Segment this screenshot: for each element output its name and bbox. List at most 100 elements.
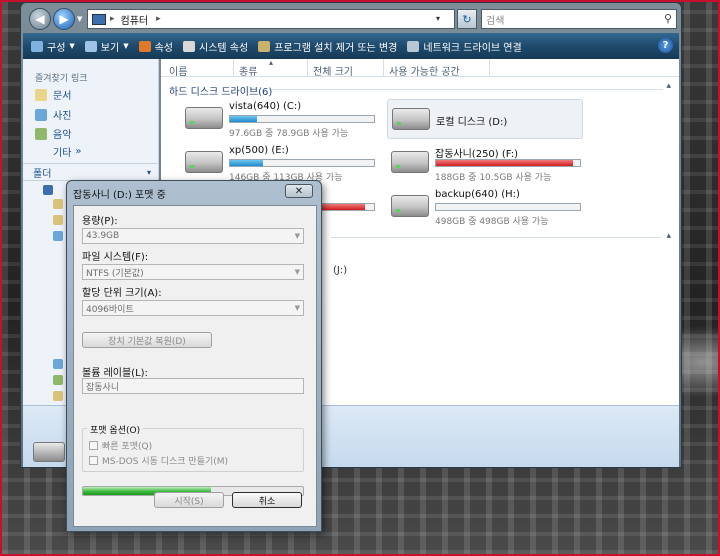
msdos-disk-checkbox[interactable]: MS-DOS 시동 디스크 만들기(M) [89,454,228,467]
cancel-button[interactable]: 취소 [232,492,302,508]
drive-j-label[interactable]: (J:) [333,265,347,276]
close-button[interactable]: ✕ [285,184,313,198]
breadcrumb-separator[interactable]: ▸ [156,14,161,24]
chevron-down-icon: ▼ [294,304,300,312]
favorite-links-title: 즐겨찾기 링크 [35,74,88,84]
refresh-icon: ↻ [462,12,472,26]
quick-format-label: 빠른 포맷(Q) [102,442,153,452]
address-dropdown-icon[interactable]: ▾ [436,14,440,23]
folders-label: 폴더 [33,168,52,180]
search-icon[interactable]: ⚲ [664,12,672,25]
chevron-down-icon: ▼ [69,42,75,50]
tree-folder-icon[interactable] [53,231,63,241]
sidebar-item-label: 기타 [53,148,72,159]
drive-name: backup(640) (H:) [435,189,520,200]
system-icon [183,40,195,52]
address-row: ◀ ▶ ▼ ▸ 컴퓨터 ▸ ▾ ↻ 검색 ⚲ [25,7,679,31]
group-title-hard-drives[interactable]: 하드 디스크 드라이브(6) [169,83,272,98]
drive-usage-bar [435,159,581,167]
quick-format-checkbox[interactable]: 빠른 포맷(Q) [89,439,152,452]
address-bar[interactable]: ▸ 컴퓨터 ▸ ▾ [87,9,455,29]
collapse-group-icon[interactable]: ▴ [666,81,671,91]
collapse-group-icon[interactable]: ▴ [666,231,671,241]
toolbar-button-label: 네트워크 드라이브 연결 [423,42,522,54]
drive-h[interactable]: backup(640) (H:) 498GB 중 498GB 사용 가능 [387,187,583,227]
back-button[interactable]: ◀ [29,8,51,30]
column-divider[interactable] [383,59,384,77]
hard-drive-icon [391,151,429,173]
checkbox-box [89,456,98,465]
column-divider[interactable] [489,59,490,77]
folders-toggle[interactable]: 폴더 ▾ [23,163,159,181]
tree-folder-icon[interactable] [53,199,63,209]
tree-folder-icon[interactable] [53,215,63,225]
hard-drive-icon [185,107,223,129]
drive-space-info: 498GB 중 498GB 사용 가능 [435,217,549,227]
hard-drive-icon [185,151,223,173]
forward-button[interactable]: ▶ [53,8,75,30]
sidebar-item-label: 음악 [53,130,72,141]
capacity-select[interactable]: 43.9GB ▼ [82,228,304,244]
sidebar-item-label: 사진 [53,111,72,122]
drive-c[interactable]: vista(640) (C:) 97.6GB 중 78.9GB 사용 가능 [181,99,377,139]
pictures-icon [35,108,47,121]
column-header-free-space[interactable]: 사용 가능한 공간 [389,63,460,78]
allocation-label: 할당 단위 크기(A): [82,288,162,299]
column-header-total-size[interactable]: 전체 크기 [313,63,353,78]
help-icon: ? [662,40,669,51]
drive-usage-bar [229,115,375,123]
sidebar-item-more[interactable]: 기타 » [53,144,82,159]
drive-e[interactable]: xp(500) (E:) 146GB 중 113GB 사용 가능 [181,143,377,183]
sidebar-item-pictures[interactable]: 사진 [35,107,71,122]
help-button[interactable]: ? [658,38,673,53]
toolbar-button-organize[interactable]: 구성 ▼ [31,39,75,54]
toolbar-button-label: 속성 [154,42,173,54]
toolbar-button-network-drive[interactable]: 네트워크 드라이브 연결 [407,39,522,54]
views-icon [84,40,97,52]
toolbar-button-label: 구성 [47,42,66,54]
sort-arrow-icon: ▴ [269,58,274,67]
dialog-body: 용량(P): 43.9GB ▼ 파일 시스템(F): NTFS (기본값) ▼ … [73,205,317,527]
tree-recycle-bin-icon[interactable] [53,391,63,401]
start-button[interactable]: 시작(S) [154,492,224,508]
hard-drive-icon [33,442,65,462]
hard-drive-icon [392,108,430,130]
sidebar-item-music[interactable]: 음악 [35,126,71,141]
column-divider[interactable] [307,59,308,77]
programs-icon [258,40,271,52]
search-input[interactable]: 검색 ⚲ [481,9,677,29]
back-arrow-icon: ◀ [35,12,45,26]
column-header-type[interactable]: 종류 [239,63,257,78]
column-divider[interactable] [233,59,234,77]
toolbar-button-checkmark[interactable]: 속성 [138,39,173,54]
allocation-value: 4096바이트 [86,304,134,315]
drive-space-info: 188GB 중 10.5GB 사용 가능 [435,173,552,183]
drive-usage-fill [436,160,573,166]
tree-network-icon[interactable] [53,359,63,369]
breadcrumb-computer[interactable]: 컴퓨터 [121,12,149,27]
dialog-title: 잡동사니 (D:) 포맷 중 [73,190,166,201]
network-drive-icon [407,40,420,52]
sidebar-item-documents[interactable]: 문서 [35,87,71,102]
toolbar-button-system[interactable]: 시스템 속성 [183,39,248,54]
column-header-name[interactable]: 이름 [169,63,187,78]
breadcrumb-separator[interactable]: ▸ [110,14,115,24]
recent-pages-dropdown-icon[interactable]: ▼ [77,15,82,23]
toolbar-button-views[interactable]: 보기 ▼ [84,39,129,54]
drive-d[interactable]: 로컬 디스크 (D:) [387,99,583,139]
hard-drive-icon [391,195,429,217]
volume-label-input[interactable]: 잡동사니 [82,378,304,394]
allocation-select[interactable]: 4096바이트 ▼ [82,300,304,316]
drive-f[interactable]: 잡동사니(250) (F:) 188GB 중 10.5GB 사용 가능 [387,143,583,183]
drive-name: 잡동사니(250) (F:) [435,149,519,160]
filesystem-select[interactable]: NTFS (기본값) ▼ [82,264,304,280]
drive-usage-fill [230,160,264,166]
restore-defaults-button[interactable]: 장치 기본값 복원(D) [82,332,212,348]
filesystem-value: NTFS (기본값) [86,268,144,279]
toolbar-button-programs[interactable]: 프로그램 설치 제거 또는 변경 [258,39,397,54]
toolbar-button-label: 보기 [100,42,120,54]
refresh-button[interactable]: ↻ [457,9,477,29]
checkbox-box [89,441,98,450]
tree-control-panel-icon[interactable] [53,375,63,385]
tree-computer-icon[interactable] [43,185,53,195]
